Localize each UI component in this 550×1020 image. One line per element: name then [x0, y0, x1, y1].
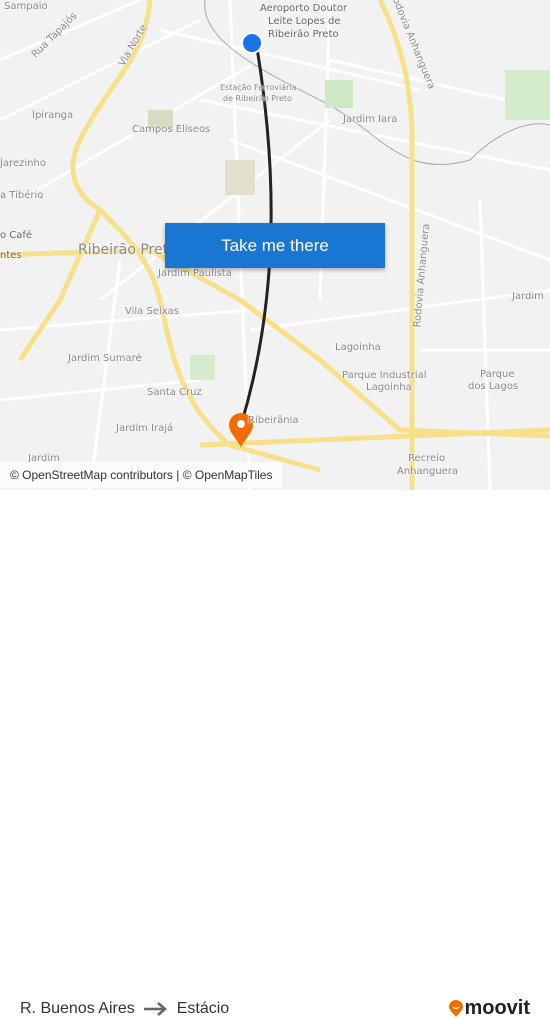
- park: [505, 70, 550, 120]
- map-label: Estação Ferroviária: [220, 83, 297, 92]
- map-label: Leite Lopes de: [268, 16, 341, 27]
- origin-name: R. Buenos Aires: [20, 1000, 135, 1017]
- map-label: Jarezinho: [0, 158, 46, 169]
- map-label: de Ribeirão Preto: [223, 94, 292, 103]
- footer: R. Buenos Aires Estácio moovit: [0, 490, 550, 1019]
- map-label: Jardim Irajá: [116, 423, 174, 434]
- map-label: Vila Seixas: [125, 306, 180, 317]
- map-attribution[interactable]: © OpenStreetMap contributors | © OpenMap…: [0, 462, 283, 488]
- map-label: Ribeirão Preto: [78, 242, 177, 258]
- brand-name: moovit: [464, 997, 530, 1019]
- park: [325, 80, 353, 108]
- park: [190, 355, 215, 380]
- map-label: Aeroporto Doutor: [260, 3, 347, 14]
- map-label: Anhanguera: [397, 466, 459, 477]
- moovit-pin-icon: [449, 999, 464, 1017]
- map-label: Ipiranga: [32, 110, 74, 121]
- route-summary: R. Buenos Aires Estácio: [20, 1000, 229, 1018]
- map-label: a Tibério: [0, 190, 44, 201]
- map-label: Jardim Paulista: [158, 268, 232, 279]
- map-label: Parque Industrial: [342, 370, 427, 381]
- map-label: Jardim Sumaré: [68, 353, 142, 364]
- map-label: o Café: [0, 230, 33, 241]
- map-label: Recreio: [408, 453, 446, 464]
- campus: [225, 160, 255, 195]
- origin-marker: [241, 32, 263, 54]
- map-label: Jardim: [512, 291, 544, 302]
- map-label: Ribeirão Preto: [268, 29, 339, 40]
- map-label: Ribeirânia: [248, 415, 299, 426]
- map-label: Santa Cruz: [147, 387, 202, 398]
- take-me-there-button[interactable]: Take me there: [165, 223, 385, 268]
- map-label: Jardim Iara: [343, 114, 398, 125]
- destination-name: Estácio: [176, 1000, 230, 1017]
- moovit-logo: moovit: [448, 997, 530, 1020]
- map-label: Campos Elíseos: [132, 124, 211, 135]
- map-label: Sampaio: [4, 1, 48, 12]
- map-label: Parque: [480, 369, 515, 380]
- map[interactable]: Sampaio Rua Tapajós Via Norte Aeroporto …: [0, 0, 550, 490]
- arrow-right-icon: [143, 1002, 167, 1016]
- map-label: ntes: [0, 250, 22, 261]
- map-label: Lagoinha: [335, 342, 381, 353]
- map-label: Lagoinha: [366, 382, 412, 393]
- map-label: dos Lagos: [468, 381, 519, 392]
